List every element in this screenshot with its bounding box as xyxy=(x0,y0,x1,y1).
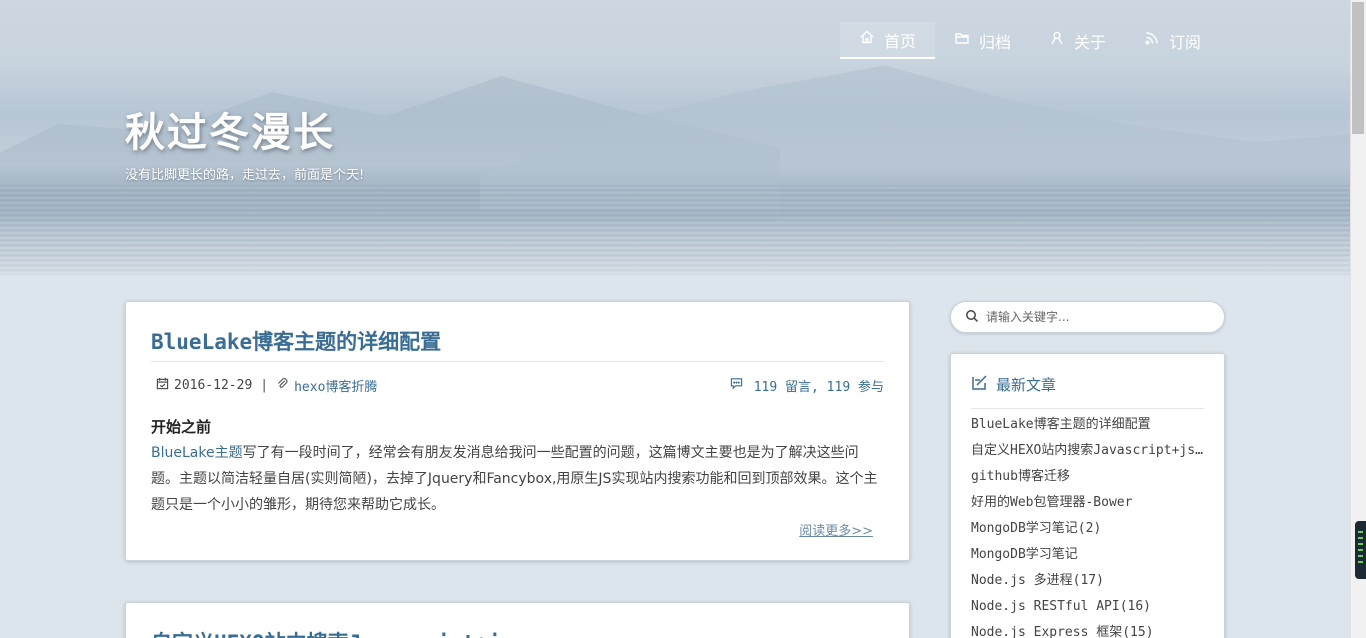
scrollbar-thumb[interactable] xyxy=(1352,2,1364,134)
nav-home-label: 首页 xyxy=(884,33,917,51)
search-input[interactable] xyxy=(986,310,1206,324)
post-comments-link[interactable]: 119 留言, 119 参与 xyxy=(730,376,884,395)
calendar-icon xyxy=(156,377,174,394)
post-title[interactable]: 自定义HEXO站内搜索Javascript+json xyxy=(151,627,538,638)
nav-home[interactable]: 首页 xyxy=(840,22,936,59)
post-card: 自定义HEXO站内搜索Javascript+json xyxy=(125,602,910,638)
post-comments: 119 留言, 119 参与 xyxy=(753,380,884,395)
comment-icon xyxy=(730,377,748,394)
main-nav: 首页 归档 关于 订阅 xyxy=(840,22,1220,59)
post-category-link[interactable]: hexo博客折腾 xyxy=(294,376,377,395)
search-box xyxy=(950,301,1225,333)
widget-header: 最新文章 xyxy=(971,374,1056,395)
meta-separator: | xyxy=(260,378,269,393)
nav-archive-label: 归档 xyxy=(979,34,1012,52)
nav-about[interactable]: 关于 xyxy=(1030,22,1125,59)
rss-icon xyxy=(1144,30,1160,51)
recent-post-item[interactable]: 自定义HEXO站内搜索Javascript+json xyxy=(971,438,1206,464)
banner-fade xyxy=(0,255,1350,300)
recent-post-item[interactable]: MongoDB学习笔记 xyxy=(971,542,1206,568)
user-icon xyxy=(1049,30,1065,51)
post-date: 2016-12-29 xyxy=(174,378,253,393)
divider xyxy=(971,408,1204,409)
paperclip-icon xyxy=(276,377,294,394)
edit-icon xyxy=(971,374,988,395)
recent-post-item[interactable]: Node.js Express 框架(15) xyxy=(971,620,1206,638)
widget-title: 最新文章 xyxy=(996,376,1057,394)
home-icon xyxy=(859,29,875,50)
nav-rss-label: 订阅 xyxy=(1169,34,1202,52)
post-section-heading: 开始之前 xyxy=(151,418,212,436)
excerpt-theme-link[interactable]: BlueLake主题 xyxy=(151,445,243,461)
folder-icon xyxy=(954,30,970,51)
divider xyxy=(151,361,884,362)
post-meta: 2016-12-29 | hexo博客折腾 119 留言, 119 参与 xyxy=(156,376,884,395)
recent-post-item[interactable]: MongoDB学习笔记(2) xyxy=(971,516,1206,542)
recent-post-item[interactable]: 好用的Web包管理器-Bower xyxy=(971,490,1206,516)
recent-post-item[interactable]: Node.js RESTful API(16) xyxy=(971,594,1206,620)
recent-posts-widget: 最新文章 BlueLake博客主题的详细配置 自定义HEXO站内搜索Javasc… xyxy=(950,353,1225,638)
post-title[interactable]: BlueLake博客主题的详细配置 xyxy=(151,326,441,356)
recent-posts-list: BlueLake博客主题的详细配置 自定义HEXO站内搜索Javascript+… xyxy=(971,412,1206,638)
nav-archive[interactable]: 归档 xyxy=(935,22,1030,59)
recent-post-item[interactable]: BlueLake博客主题的详细配置 xyxy=(971,412,1206,438)
post-card: BlueLake博客主题的详细配置 2016-12-29 | hexo博客折腾 … xyxy=(125,301,910,561)
read-more-link[interactable]: 阅读更多>> xyxy=(799,520,873,539)
recent-post-item[interactable]: Node.js 多进程(17) xyxy=(971,568,1206,594)
nav-rss[interactable]: 订阅 xyxy=(1125,22,1220,59)
site-description: 没有比脚更长的路，走过去，前面是个天! xyxy=(125,168,365,183)
post-excerpt: BlueLake主题写了有一段时间了，经常会有朋友发消息给我问一些配置的问题，这… xyxy=(151,440,886,518)
site-title[interactable]: 秋过冬漫长 xyxy=(125,100,335,158)
recent-post-item[interactable]: github博客迁移 xyxy=(971,464,1206,490)
floating-widget-tab[interactable] xyxy=(1355,521,1366,579)
search-icon xyxy=(965,308,979,327)
excerpt-text: 写了有一段时间了，经常会有朋友发消息给我问一些配置的问题，这篇博文主要也是为了解… xyxy=(151,445,878,513)
nav-about-label: 关于 xyxy=(1074,34,1107,52)
